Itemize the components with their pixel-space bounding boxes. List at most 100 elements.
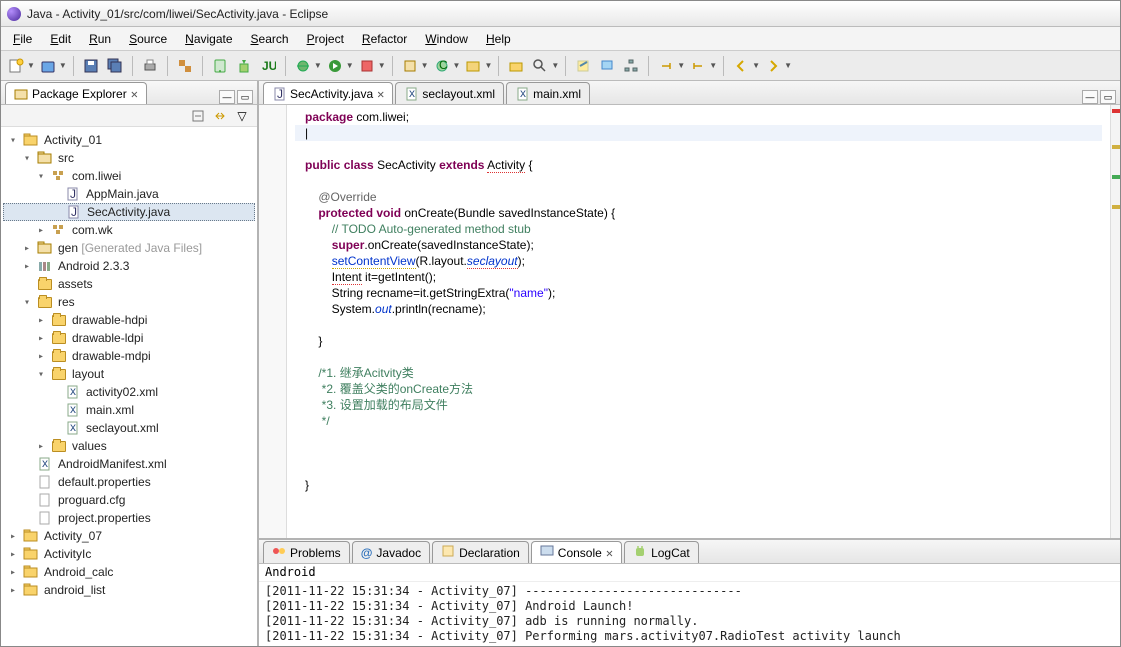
tree-node[interactable]: ▾layout [3,365,255,383]
new-proj-button[interactable] [462,55,484,77]
tree-node[interactable]: JSecActivity.java [3,203,255,221]
new-package-button[interactable] [399,55,421,77]
tree-node[interactable]: ▸drawable-ldpi [3,329,255,347]
twisty-icon[interactable]: ▸ [34,351,48,362]
debug-button[interactable] [292,55,314,77]
tree-node[interactable]: ▸com.wk [3,221,255,239]
twisty-icon[interactable]: ▸ [6,567,20,578]
twisty-icon[interactable]: ▾ [20,297,34,308]
avd-manager-button[interactable] [209,55,231,77]
new-button[interactable] [5,55,27,77]
dropdown-arrow-icon[interactable]: ▼ [59,61,67,70]
tree-node[interactable]: xseclayout.xml [3,419,255,437]
bottom-tab-declaration[interactable]: Declaration [432,541,529,563]
twisty-icon[interactable]: ▸ [20,261,34,272]
new-class-button[interactable]: C [431,55,453,77]
dropdown-arrow-icon[interactable]: ▼ [314,61,322,70]
tree-node[interactable]: xAndroidManifest.xml [3,455,255,473]
ruler-warning-marker[interactable] [1112,205,1120,209]
menu-window[interactable]: Window [417,30,476,48]
twisty-icon[interactable]: ▸ [20,243,34,254]
close-icon[interactable]: ✕ [377,87,384,101]
bottom-tab-console[interactable]: Console✕ [531,541,622,563]
tree-node[interactable]: ▸ActivityIc [3,545,255,563]
dropdown-arrow-icon[interactable]: ▼ [709,61,717,70]
back-button[interactable] [730,55,752,77]
minimize-button[interactable]: — [219,90,235,104]
tree-node[interactable]: project.properties [3,509,255,527]
tree-node[interactable]: xmain.xml [3,401,255,419]
bottom-tab-problems[interactable]: Problems [263,541,350,563]
dropdown-arrow-icon[interactable]: ▼ [677,61,685,70]
save-button[interactable] [80,55,102,77]
editor-tab[interactable]: JSecActivity.java✕ [263,82,393,104]
tree-node[interactable]: ▸Activity_07 [3,527,255,545]
dropdown-arrow-icon[interactable]: ▼ [421,61,429,70]
twisty-icon[interactable]: ▸ [34,315,48,326]
ruler-error-marker[interactable] [1112,109,1120,113]
menu-search[interactable]: Search [243,30,297,48]
menu-file[interactable]: File [5,30,40,48]
maximize-button[interactable]: ▭ [237,90,253,104]
menu-source[interactable]: Source [121,30,175,48]
tree-node[interactable]: ▸Android 2.3.3 [3,257,255,275]
menu-help[interactable]: Help [478,30,519,48]
bottom-tab-javadoc[interactable]: @Javadoc [352,541,430,563]
twisty-icon[interactable]: ▸ [6,585,20,596]
tree-node[interactable]: default.properties [3,473,255,491]
link-editor-button[interactable] [211,107,229,125]
ruler-warning-marker[interactable] [1112,145,1120,149]
dropdown-arrow-icon[interactable]: ▼ [27,61,35,70]
view-menu-icon[interactable]: ▽ [233,107,251,125]
menu-run[interactable]: Run [81,30,119,48]
sdk-manager-button[interactable] [233,55,255,77]
tree-node[interactable]: JAppMain.java [3,185,255,203]
dropdown-arrow-icon[interactable]: ▼ [784,61,792,70]
twisty-icon[interactable]: ▸ [34,333,48,344]
annotation-next-button[interactable] [687,55,709,77]
tree-node[interactable]: ▸drawable-mdpi [3,347,255,365]
build-button[interactable] [174,55,196,77]
ddms-button[interactable] [596,55,618,77]
dropdown-arrow-icon[interactable]: ▼ [378,61,386,70]
junit-button[interactable]: JU [257,55,279,77]
annotation-prev-button[interactable] [655,55,677,77]
save-all-button[interactable] [104,55,126,77]
menu-refactor[interactable]: Refactor [354,30,415,48]
ruler-marker[interactable] [1112,175,1120,179]
twisty-icon[interactable]: ▸ [6,549,20,560]
tree-node[interactable]: ▸gen [Generated Java Files] [3,239,255,257]
menu-project[interactable]: Project [299,30,352,48]
collapse-all-button[interactable] [189,107,207,125]
code-text[interactable]: package com.liwei; | public class SecAct… [287,105,1110,538]
tree-node[interactable]: ▸Android_calc [3,563,255,581]
forward-button[interactable] [762,55,784,77]
twisty-icon[interactable]: ▾ [34,369,48,380]
toggle-mark-button[interactable] [572,55,594,77]
dropdown-arrow-icon[interactable]: ▼ [484,61,492,70]
tree-node[interactable]: ▸drawable-hdpi [3,311,255,329]
open-project-button[interactable] [37,55,59,77]
tree-node[interactable]: ▾com.liwei [3,167,255,185]
close-icon[interactable]: ✕ [606,546,613,560]
tree-node[interactable]: ▾res [3,293,255,311]
close-icon[interactable]: ✕ [131,87,138,101]
twisty-icon[interactable]: ▾ [6,135,20,146]
bottom-tab-logcat[interactable]: LogCat [624,541,699,563]
open-type-button[interactable] [505,55,527,77]
twisty-icon[interactable]: ▸ [6,531,20,542]
package-explorer-tab[interactable]: Package Explorer ✕ [5,82,147,104]
twisty-icon[interactable]: ▾ [34,171,48,182]
external-tools-button[interactable] [356,55,378,77]
twisty-icon[interactable]: ▸ [34,225,48,236]
tree-node[interactable]: ▸android_list [3,581,255,599]
dropdown-arrow-icon[interactable]: ▼ [752,61,760,70]
twisty-icon[interactable]: ▾ [20,153,34,164]
tree-node[interactable]: ▸values [3,437,255,455]
run-button[interactable] [324,55,346,77]
editor-tab[interactable]: xmain.xml [506,82,590,104]
menu-navigate[interactable]: Navigate [177,30,240,48]
hierarchy-button[interactable] [620,55,642,77]
editor-tab[interactable]: xseclayout.xml [395,82,504,104]
code-editor[interactable]: package com.liwei; | public class SecAct… [259,105,1120,538]
